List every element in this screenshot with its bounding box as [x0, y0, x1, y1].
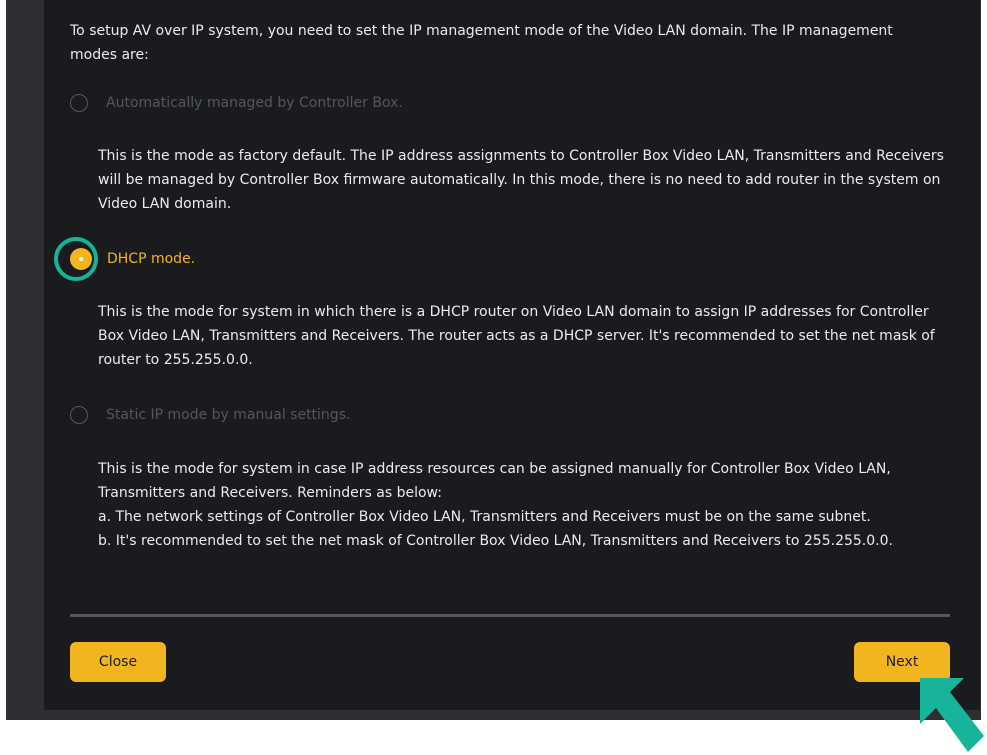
close-button[interactable]: Close [70, 642, 166, 682]
intro-text: To setup AV over IP system, you need to … [70, 23, 893, 63]
cursor-arrow-icon [920, 678, 984, 752]
radio-unselected-icon[interactable] [70, 406, 88, 424]
mode-description-auto: This is the mode as factory default. The… [98, 148, 944, 212]
mode-option-label: Static IP mode by manual settings. [106, 407, 351, 423]
mode-option-dhcp[interactable]: DHCP mode. [70, 247, 195, 271]
divider [70, 614, 950, 617]
mode-option-label: DHCP mode. [107, 251, 196, 267]
stage: To setup AV over IP system, you need to … [0, 0, 987, 755]
radio-selected-icon[interactable] [70, 248, 92, 270]
mode-option-label: Automatically managed by Controller Box. [106, 95, 403, 111]
description-line: a. The network settings of Controller Bo… [98, 509, 871, 525]
mode-description-dhcp: This is the mode for system in which the… [98, 304, 935, 368]
mode-option-static[interactable]: Static IP mode by manual settings. [70, 403, 350, 427]
mode-description-static: This is the mode for system in case IP a… [98, 457, 958, 553]
description-line: This is the mode for system in case IP a… [98, 461, 891, 501]
radio-unselected-icon[interactable] [70, 94, 88, 112]
description-line: b. It's recommended to set the net mask … [98, 533, 893, 549]
mode-option-auto[interactable]: Automatically managed by Controller Box. [70, 91, 403, 115]
